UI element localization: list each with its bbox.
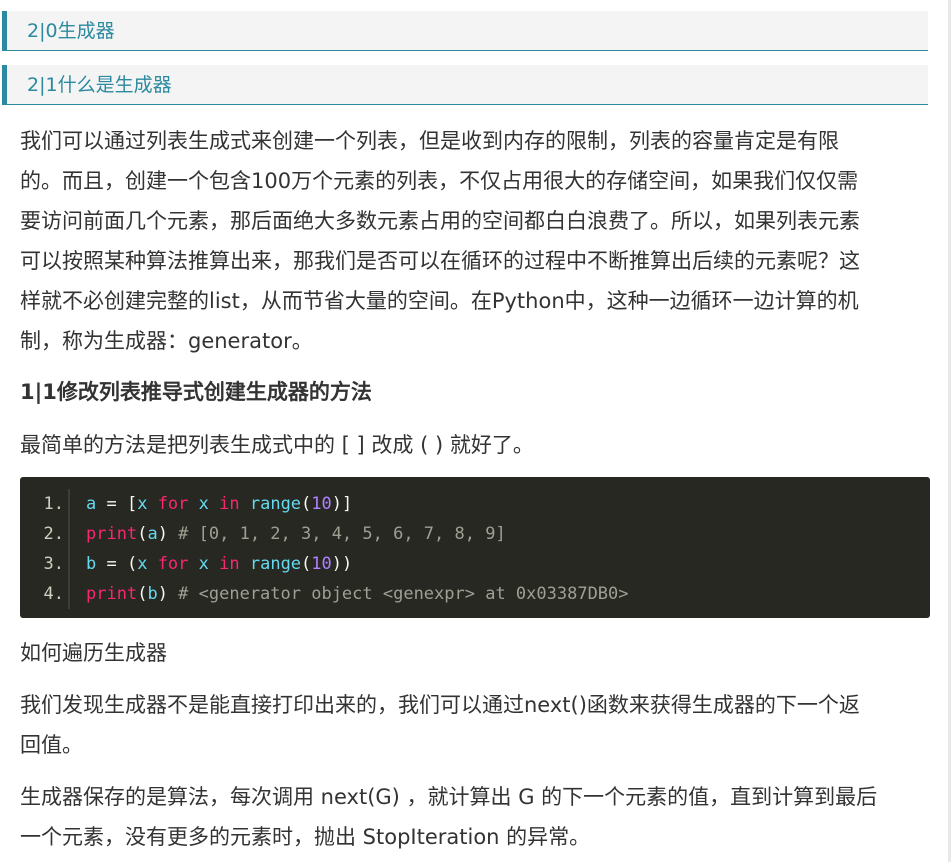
code-token: 10 <box>311 554 332 574</box>
line-number: 3. <box>20 549 70 579</box>
algorithm-paragraph: 生成器保存的是算法，每次调用 next(G) ，就计算出 G 的下一个元素的值，… <box>20 777 932 857</box>
simple-method-text: 最简单的方法是把列表生成式中的 [ ] 改成 ( ) 就好了。 <box>20 433 534 457</box>
algo-line: 生成器保存的是算法，每次调用 next(G) ，就计算出 G 的下一个元素的值，… <box>20 785 878 809</box>
next-line: 回值。 <box>20 733 83 757</box>
code-token: )] <box>331 494 353 514</box>
code-token: = [ <box>96 494 138 514</box>
code-token: ( <box>137 584 148 604</box>
subsection-heading: 1|1修改列表推导式创建生成器的方法 <box>20 380 372 404</box>
code-token: x <box>188 554 220 574</box>
code-token: ) <box>157 584 179 604</box>
code-token: for <box>157 554 189 574</box>
code-line: 3. b = (x for x in range(10)) <box>20 549 930 579</box>
code-token: # <generator object <genexpr> at 0x03387… <box>178 584 629 604</box>
iterate-generator-text: 如何遍历生成器 <box>20 641 167 665</box>
code-source: print(a) # [0, 1, 2, 3, 4, 5, 6, 7, 8, 9… <box>70 519 506 549</box>
code-token: range <box>249 554 302 574</box>
code-token: )) <box>331 554 353 574</box>
code-token: ( <box>301 554 312 574</box>
code-token: ( <box>137 524 148 544</box>
code-token: x <box>137 494 158 514</box>
section-heading-what-is-generator: 2|1什么是生成器 <box>2 65 928 105</box>
code-token: x <box>137 554 158 574</box>
code-token: a <box>86 494 97 514</box>
code-token: # [0, 1, 2, 3, 4, 5, 6, 7, 8, 9] <box>178 524 506 544</box>
code-block: 1. a = [x for x in range(10)] 2. print(a… <box>20 477 930 618</box>
code-token: b <box>86 554 97 574</box>
code-token: in <box>219 554 240 574</box>
next-line: 我们发现生成器不是能直接打印出来的，我们可以通过next()函数来获得生成器的下… <box>20 693 860 717</box>
code-token: range <box>249 494 302 514</box>
code-source: a = [x for x in range(10)] <box>70 489 352 519</box>
intro-line: 样就不必创建完整的list，从而节省大量的空间。在Python中，这种一边循环一… <box>20 289 859 313</box>
code-line: 4. print(b) # <generator object <genexpr… <box>20 579 930 609</box>
code-token: = ( <box>96 554 138 574</box>
section-heading-generator: 2|0生成器 <box>2 11 928 51</box>
line-number: 4. <box>20 579 70 609</box>
code-token: ( <box>301 494 312 514</box>
code-token: for <box>157 494 189 514</box>
code-token: 10 <box>311 494 332 514</box>
code-token: print <box>86 524 138 544</box>
code-token: a <box>147 524 158 544</box>
next-function-paragraph: 我们发现生成器不是能直接打印出来的，我们可以通过next()函数来获得生成器的下… <box>20 685 932 765</box>
code-token: ) <box>157 524 179 544</box>
code-token: in <box>219 494 240 514</box>
intro-line: 我们可以通过列表生成式来创建一个列表，但是收到内存的限制，列表的容量肯定是有限 <box>20 129 839 153</box>
line-number: 1. <box>20 489 70 519</box>
code-source: print(b) # <generator object <genexpr> a… <box>70 579 629 609</box>
algo-line: 一个元素，没有更多的元素时，抛出 StopIteration 的异常。 <box>20 825 591 849</box>
code-token: x <box>188 494 220 514</box>
code-source: b = (x for x in range(10)) <box>70 549 352 579</box>
code-token: b <box>147 584 158 604</box>
code-token: print <box>86 584 138 604</box>
intro-line: 制，称为生成器：generator。 <box>20 329 313 353</box>
intro-paragraph: 我们可以通过列表生成式来创建一个列表，但是收到内存的限制，列表的容量肯定是有限 … <box>20 121 932 361</box>
intro-line: 要访问前面几个元素，那后面绝大多数元素占用的空间都白白浪费了。所以，如果列表元素 <box>20 209 860 233</box>
line-number: 2. <box>20 519 70 549</box>
code-line: 1. a = [x for x in range(10)] <box>20 489 930 519</box>
intro-line: 的。而且，创建一个包含100万个元素的列表，不仅占用很大的存储空间，如果我们仅仅… <box>20 169 859 193</box>
code-line: 2. print(a) # [0, 1, 2, 3, 4, 5, 6, 7, 8… <box>20 519 930 549</box>
intro-line: 可以按照某种算法推算出来，那我们是否可以在循环的过程中不断推算出后续的元素呢？这 <box>20 249 860 273</box>
